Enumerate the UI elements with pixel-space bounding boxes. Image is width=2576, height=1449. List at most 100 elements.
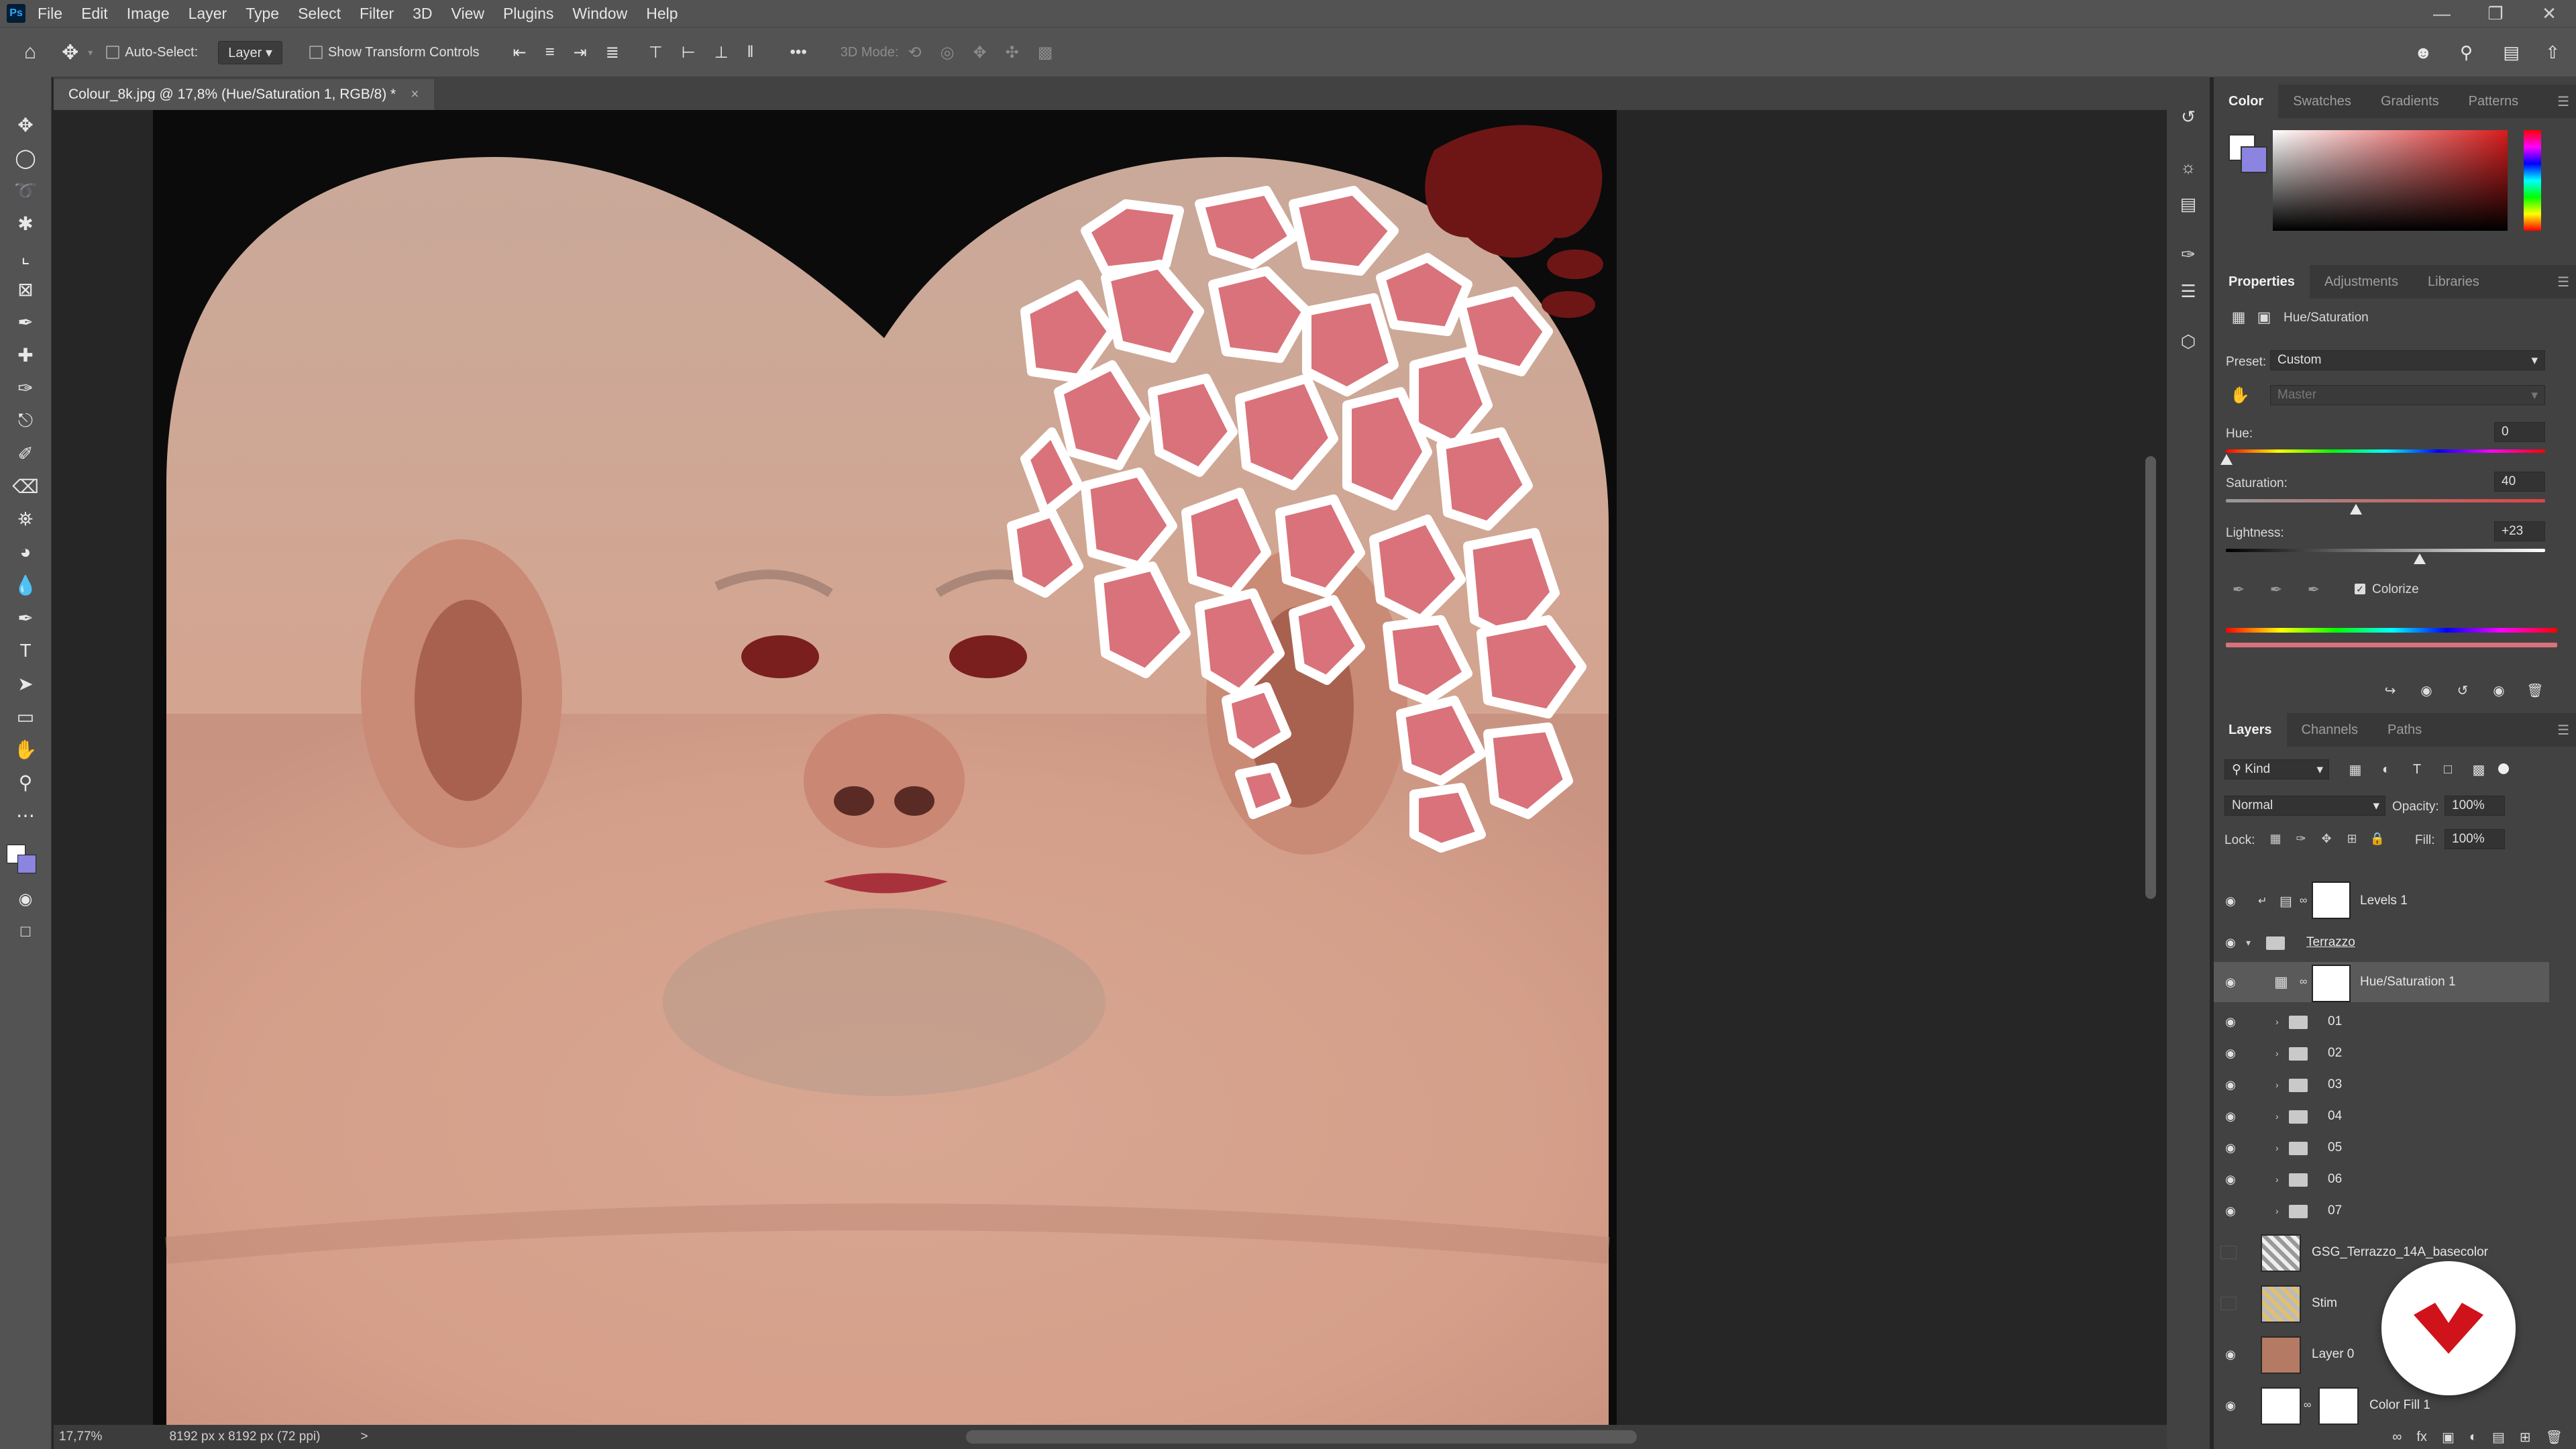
brush-tool-icon[interactable]: ✑ xyxy=(12,374,39,401)
saturation-slider-thumb[interactable] xyxy=(2350,504,2362,515)
menu-edit[interactable]: Edit xyxy=(81,5,108,23)
frame-tool-icon[interactable]: ⊠ xyxy=(12,276,39,303)
visibility-toggle-off[interactable] xyxy=(2220,1297,2237,1310)
background-color-chip[interactable] xyxy=(2241,146,2267,173)
search-icon[interactable]: ⚲ xyxy=(2460,42,2473,63)
magic-wand-icon[interactable]: ✱ xyxy=(12,210,39,237)
reset-icon[interactable]: ↺ xyxy=(2453,680,2473,700)
menu-file[interactable]: File xyxy=(38,5,62,23)
menu-help[interactable]: Help xyxy=(646,5,678,23)
chevron-down-icon[interactable]: ▾ xyxy=(2246,937,2251,949)
filter-shape-icon[interactable]: □ xyxy=(2439,761,2457,778)
transform-controls-checkbox[interactable] xyxy=(309,46,323,59)
home-icon[interactable]: ⌂ xyxy=(24,41,36,64)
channel-dropdown[interactable]: Master ▾ xyxy=(2270,385,2545,405)
screen-mode-icon[interactable]: □ xyxy=(12,918,39,945)
auto-select-dropdown[interactable]: Layer ▾ xyxy=(218,40,282,64)
layer-row-selected[interactable]: ◉ ▦ ∞ Hue/Saturation 1 xyxy=(2214,962,2549,1002)
layer-row[interactable]: ◉ ↵ ▤ ∞ Levels 1 xyxy=(2214,881,2549,919)
lock-position-icon[interactable]: ✥ xyxy=(2318,830,2334,847)
vertical-scrollbar[interactable] xyxy=(2145,456,2156,899)
colorize-checkbox[interactable]: ✓ xyxy=(2355,584,2365,594)
align-top-icon[interactable]: ⊤ xyxy=(649,43,663,62)
opacity-input[interactable]: 100% xyxy=(2445,796,2505,816)
fx-icon[interactable]: fx xyxy=(2416,1430,2427,1445)
tab-patterns[interactable]: Patterns xyxy=(2454,85,2533,118)
menu-window[interactable]: Window xyxy=(572,5,627,23)
zoom-level[interactable]: 17,77% xyxy=(59,1430,102,1444)
3d-orbit-icon[interactable]: ⟲ xyxy=(908,43,921,62)
tab-adjustments[interactable]: Adjustments xyxy=(2310,265,2413,299)
marquee-tool-icon[interactable]: ◯ xyxy=(12,144,39,171)
align-middle-icon[interactable]: ⊢ xyxy=(682,43,696,62)
chevron-right-icon[interactable]: › xyxy=(2275,1079,2279,1090)
delete-icon[interactable]: 🗑 xyxy=(2525,680,2545,700)
hue-slider[interactable] xyxy=(2226,449,2545,453)
menu-select[interactable]: Select xyxy=(298,5,341,23)
history-icon[interactable]: ↺ xyxy=(2175,103,2202,130)
panel-menu-icon[interactable]: ☰ xyxy=(2557,274,2569,290)
filter-smart-object-icon[interactable]: ▩ xyxy=(2470,761,2487,778)
chevron-right-icon[interactable]: › xyxy=(2275,1016,2279,1027)
background-color-swatch[interactable] xyxy=(17,855,36,873)
hand-adjust-icon[interactable]: ✋ xyxy=(2229,384,2251,407)
chevron-right-icon[interactable]: › xyxy=(2275,1142,2279,1153)
eye-icon[interactable]: ◉ xyxy=(2220,1204,2241,1218)
fill-input[interactable]: 100% xyxy=(2445,829,2505,849)
tab-gradients[interactable]: Gradients xyxy=(2366,85,2454,118)
layer-row[interactable]: ◉ › 01 xyxy=(2214,1006,2549,1037)
visibility-toggle-off[interactable] xyxy=(2220,1246,2237,1259)
hue-strip[interactable] xyxy=(2524,130,2541,231)
3d-pan-icon[interactable]: ✥ xyxy=(973,43,987,62)
panel-menu-icon[interactable]: ☰ xyxy=(2557,722,2569,739)
menu-view[interactable]: View xyxy=(451,5,484,23)
properties-icon[interactable]: ☰ xyxy=(2175,278,2202,305)
preset-dropdown[interactable]: Custom ▾ xyxy=(2270,350,2545,370)
layer-row[interactable]: ◉ › 02 xyxy=(2214,1038,2549,1069)
status-arrow[interactable]: > xyxy=(360,1430,368,1444)
saturation-input[interactable]: 40 xyxy=(2494,472,2545,492)
3d-cube-icon[interactable]: ⬡ xyxy=(2175,328,2202,355)
eye-icon[interactable]: ◉ xyxy=(2220,1015,2241,1028)
new-group-icon[interactable]: ▤ xyxy=(2492,1429,2505,1446)
blend-mode-dropdown[interactable]: Normal ▾ xyxy=(2224,796,2385,816)
menu-type[interactable]: Type xyxy=(246,5,279,23)
eraser-tool-icon[interactable]: ⌫ xyxy=(12,473,39,500)
share-icon[interactable]: ⇧ xyxy=(2545,42,2560,63)
lightness-input[interactable]: +23 xyxy=(2494,521,2545,541)
filter-type-icon[interactable]: T xyxy=(2408,761,2426,778)
workspace-icon[interactable]: ▤ xyxy=(2503,42,2520,63)
hue-slider-thumb[interactable] xyxy=(2220,454,2233,465)
delete-layer-icon[interactable]: 🗑 xyxy=(2546,1429,2563,1446)
eye-icon[interactable]: ◉ xyxy=(2220,1141,2241,1155)
new-layer-icon[interactable]: ⊞ xyxy=(2520,1429,2531,1446)
eye-icon[interactable]: ◉ xyxy=(2220,1110,2241,1123)
edit-toolbar-icon[interactable]: ⋯ xyxy=(12,802,39,828)
eye-icon[interactable]: ◉ xyxy=(2220,975,2241,989)
color-field[interactable] xyxy=(2273,130,2508,231)
new-adjustment-icon[interactable]: ◐ xyxy=(2469,1430,2477,1445)
eye-icon[interactable]: ◉ xyxy=(2220,894,2241,908)
distribute-vertical-icon[interactable]: ‖ xyxy=(747,43,754,62)
clone-stamp-icon[interactable]: ⎋ xyxy=(12,407,39,434)
eye-icon[interactable]: ◉ xyxy=(2220,1173,2241,1186)
horizontal-scrollbar[interactable] xyxy=(966,1430,1637,1444)
view-previous-icon[interactable]: ◉ xyxy=(2416,680,2436,700)
document-tab[interactable]: Colour_8k.jpg @ 17,8% (Hue/Saturation 1,… xyxy=(54,79,434,110)
chevron-right-icon[interactable]: › xyxy=(2275,1111,2279,1122)
chevron-right-icon[interactable]: › xyxy=(2275,1205,2279,1216)
align-center-icon[interactable]: ≡ xyxy=(545,43,555,62)
filter-pixel-icon[interactable]: ▦ xyxy=(2347,761,2364,778)
eyedropper-plus-icon[interactable]: ✒ xyxy=(2266,580,2286,600)
tab-color[interactable]: Color xyxy=(2214,85,2279,118)
3d-slide-icon[interactable]: ✣ xyxy=(1006,43,1019,62)
menu-filter[interactable]: Filter xyxy=(360,5,394,23)
eyedropper-minus-icon[interactable]: ✒ xyxy=(2304,580,2324,600)
paint-bucket-icon[interactable]: ⛯ xyxy=(12,506,39,533)
tab-properties[interactable]: Properties xyxy=(2214,265,2310,299)
align-bottom-icon[interactable]: ⊥ xyxy=(714,43,729,62)
3d-roll-icon[interactable]: ◎ xyxy=(941,43,955,62)
lock-artboard-icon[interactable]: ⊞ xyxy=(2344,830,2360,847)
pen-tool-icon[interactable]: ✒ xyxy=(12,604,39,631)
add-mask-icon[interactable]: ▣ xyxy=(2442,1429,2455,1446)
